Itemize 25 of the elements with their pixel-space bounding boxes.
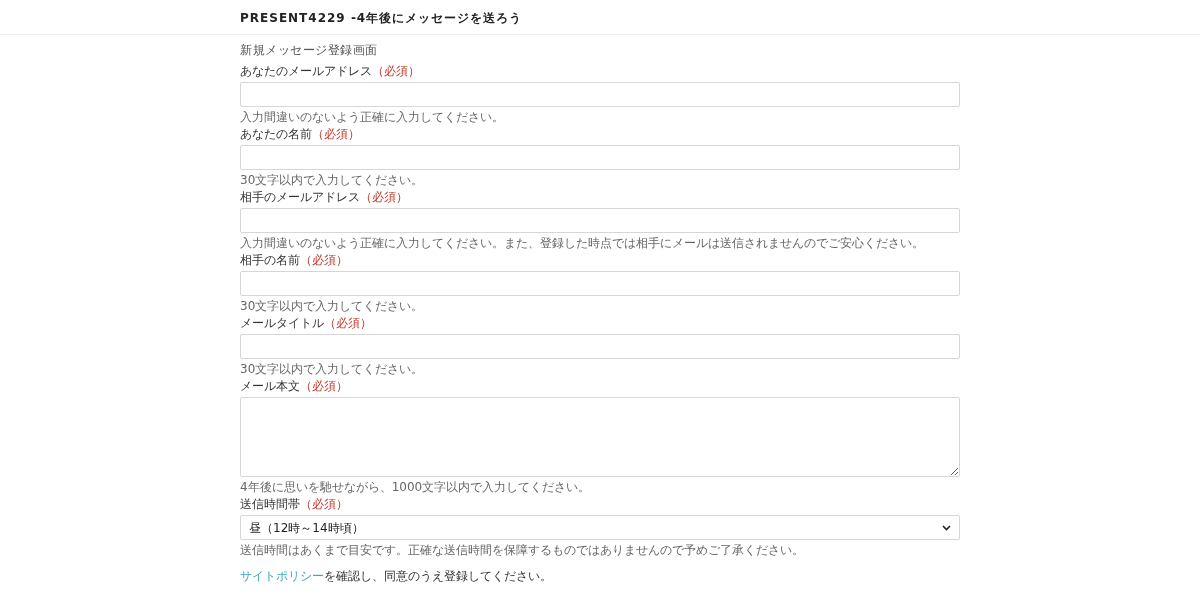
message-textarea[interactable] (240, 397, 960, 477)
input-field[interactable] (240, 82, 960, 107)
field-hint: 30文字以内で入力してください。 (240, 362, 425, 376)
field-label: 相手のメールアドレス（必須） (240, 190, 409, 205)
chevron-down-icon (942, 524, 951, 531)
site-title: PRESENT4229 -4年後にメッセージを送ろう (240, 11, 523, 25)
field-hint: 送信時間はあくまで目安です。正確な送信時間を保障するものではありませんので予めご了承ください。 (240, 543, 805, 557)
field-hint: 入力間違いのないよう正確に入力してください。 (240, 110, 505, 124)
field-hint: 4年後に思いを馳せながら、1000文字以内で入力してください。 (240, 480, 592, 494)
field-label: メール本文（必須） (240, 379, 349, 394)
field-label: あなたの名前（必須） (240, 127, 361, 142)
input-field[interactable] (240, 271, 960, 296)
field-label: 相手の名前（必須） (240, 253, 349, 268)
field-hint: 30文字以内で入力してください。 (240, 173, 425, 187)
time-select[interactable]: 昼（12時～14時頃） (240, 515, 960, 540)
input-field[interactable] (240, 334, 960, 359)
field-label: メールタイトル（必須） (240, 316, 373, 331)
input-field[interactable] (240, 145, 960, 170)
policy-notice: サイトポリシーを確認し、同意のうえ登録してください。 (240, 568, 553, 584)
input-field[interactable] (240, 208, 960, 233)
field-label: 送信時間帯（必須） (240, 497, 349, 512)
page-heading: 新規メッセージ登録画面 (240, 43, 379, 58)
field-hint: 30文字以内で入力してください。 (240, 299, 425, 313)
field-hint: 入力間違いのないよう正確に入力してください。また、登録した時点では相手にメールは送信されませんのでご安心ください。 (240, 236, 925, 250)
field-label: あなたのメールアドレス（必須） (240, 64, 421, 79)
